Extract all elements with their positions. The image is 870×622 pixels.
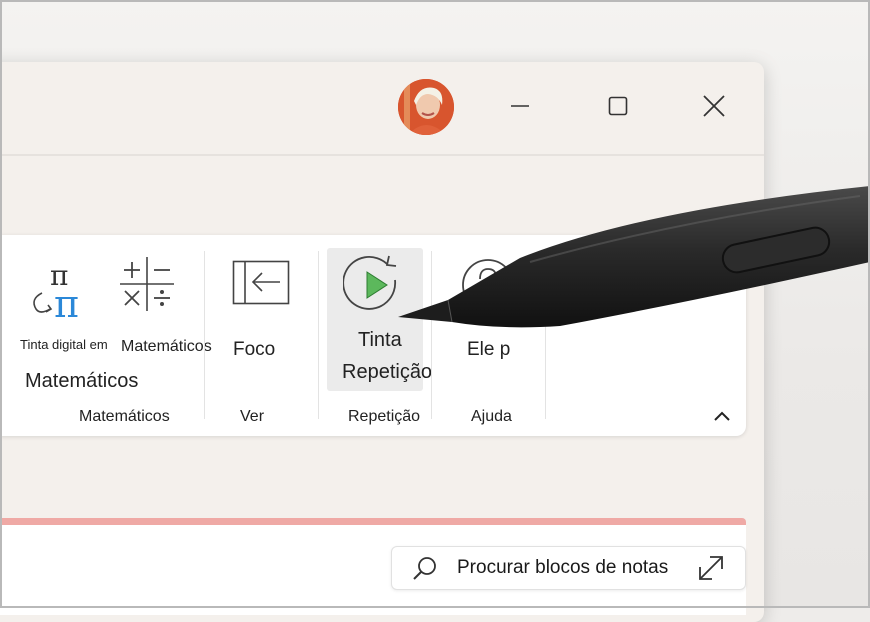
- maximize-button[interactable]: [598, 86, 638, 126]
- title-divider: [0, 154, 764, 156]
- search-input-placeholder: Procurar blocos de notas: [457, 557, 669, 578]
- ink-to-math-label-line2: Matemáticos: [25, 370, 139, 392]
- view-group-label: Ver: [240, 408, 265, 425]
- expand-icon[interactable]: [696, 553, 726, 583]
- section-color-strip: [0, 518, 746, 525]
- group-separator: [431, 251, 432, 419]
- minimize-button[interactable]: [500, 86, 540, 126]
- group-separator: [545, 251, 546, 419]
- math-label: Matemáticos: [121, 338, 212, 355]
- math-button[interactable]: Matemáticos: [118, 245, 226, 355]
- collapse-ribbon-button[interactable]: [712, 409, 736, 429]
- focus-icon: [232, 260, 290, 305]
- svg-text:π: π: [54, 282, 79, 319]
- math-group-label: Matemáticos: [79, 408, 170, 425]
- ink-replay-label-line1: Tinta: [358, 329, 402, 351]
- ink-to-math-icon: π π: [33, 259, 79, 319]
- group-separator: [204, 251, 205, 419]
- group-separator: [318, 251, 319, 419]
- close-icon: [703, 95, 725, 117]
- focus-label: Foco: [233, 339, 276, 360]
- help-label: Ele p: [467, 339, 511, 360]
- maximize-icon: [608, 96, 628, 116]
- title-bar: [0, 62, 764, 154]
- replay-group-label: Repetição: [348, 408, 421, 425]
- math-operations-icon: [120, 257, 174, 311]
- chevron-up-icon: [714, 411, 730, 421]
- close-button[interactable]: [694, 86, 734, 126]
- ink-to-math-button[interactable]: π π Tinta digital em Matemáticos: [10, 245, 138, 395]
- help-icon: [462, 259, 514, 311]
- user-photo-icon: [398, 79, 454, 135]
- ink-replay-label-line2: Repetição: [342, 361, 433, 383]
- search-icon: [413, 557, 436, 580]
- avatar[interactable]: [398, 79, 454, 135]
- ink-to-math-label-line1: Tinta digital em: [20, 337, 108, 352]
- minimize-icon: [511, 105, 529, 107]
- focus-button[interactable]: Foco: [222, 245, 302, 360]
- replay-icon: [343, 255, 397, 310]
- help-group-label: Ajuda: [471, 408, 512, 425]
- help-button[interactable]: Ele p: [450, 245, 530, 360]
- ribbon-toolbar: π π Tinta digital em Matemáticos Matemát…: [0, 235, 746, 436]
